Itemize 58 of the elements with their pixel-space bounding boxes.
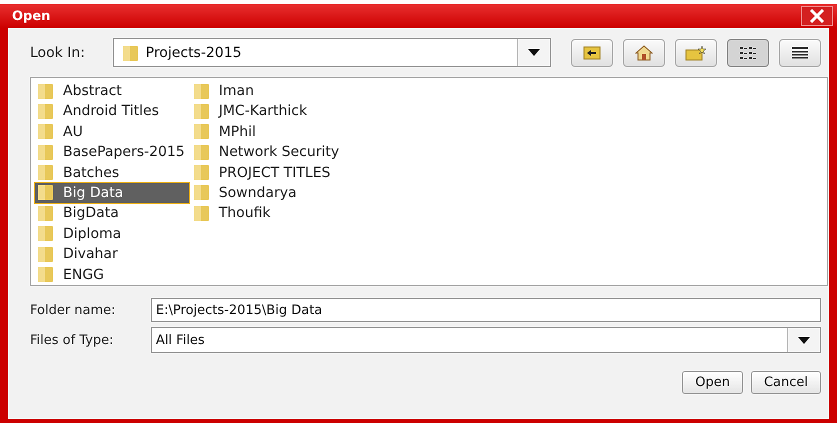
folder-item[interactable]: Iman: [190, 81, 344, 101]
folder-icon: [122, 44, 140, 62]
list-view-icon: [739, 46, 757, 60]
window-title: Open: [12, 8, 50, 24]
folder-icon: [37, 225, 55, 242]
close-icon: [808, 9, 826, 23]
folder-icon: [37, 144, 55, 161]
folder-item[interactable]: BigData: [35, 203, 189, 224]
close-button[interactable]: [801, 6, 833, 26]
look-in-value: Projects-2015: [146, 44, 243, 60]
details-view-icon: [791, 46, 809, 60]
folder-icon: [192, 164, 211, 182]
folder-icon: [37, 82, 55, 100]
files-of-type-dropdown[interactable]: All Files: [150, 327, 821, 353]
folder-item[interactable]: AU: [35, 122, 189, 142]
house-icon: [635, 44, 653, 60]
new-folder-button[interactable]: [675, 38, 717, 66]
folder-icon: [192, 144, 211, 161]
folder-item[interactable]: Divahar: [35, 244, 189, 264]
folder-item[interactable]: Thoufik: [190, 203, 344, 224]
folder-item[interactable]: PROJECT TITLES: [190, 162, 344, 183]
cancel-button[interactable]: Cancel: [750, 371, 821, 394]
list-view-button[interactable]: [727, 38, 769, 66]
folder-item[interactable]: Network Security: [190, 142, 344, 162]
look-in-dropdown[interactable]: Projects-2015: [112, 38, 551, 67]
new-folder-icon: [685, 44, 707, 60]
details-view-button[interactable]: [779, 38, 821, 66]
folder-icon: [192, 82, 211, 100]
folder-icon: [37, 204, 55, 222]
up-folder-button[interactable]: [571, 38, 613, 66]
folder-icon: [192, 102, 211, 120]
folder-item[interactable]: Big Data: [35, 182, 189, 203]
folder-icon: [192, 123, 211, 140]
folder-item[interactable]: Batches: [35, 162, 189, 183]
folder-icon: [37, 184, 55, 202]
folder-icon: [37, 123, 55, 140]
folder-name-label: Folder name:: [30, 302, 117, 318]
folder-icon: [192, 184, 211, 202]
folder-item[interactable]: ENGG: [35, 264, 189, 285]
folder-icon: [37, 246, 55, 263]
folder-item[interactable]: MPhil: [190, 122, 344, 142]
open-button[interactable]: Open: [682, 371, 743, 394]
folder-icon: [37, 102, 55, 120]
caret-icon: [798, 336, 810, 344]
home-button[interactable]: [623, 38, 665, 66]
folder-item[interactable]: Android Titles: [35, 101, 189, 122]
folder-icon: [37, 164, 55, 182]
folder-icon: [192, 204, 211, 222]
folder-icon: [37, 266, 55, 284]
files-of-type-label: Files of Type:: [30, 332, 115, 348]
folder-item[interactable]: JMC-Karthick: [190, 101, 344, 122]
folder-name-field[interactable]: E:\Projects-2015\Big Data: [150, 298, 821, 322]
look-in-label: Look In:: [30, 44, 86, 60]
folder-item[interactable]: Abstract: [35, 81, 189, 101]
folder-item[interactable]: Diploma: [35, 224, 189, 244]
folder-item[interactable]: Sowndarya: [190, 182, 344, 203]
caret-icon: [528, 49, 540, 56]
folder-item[interactable]: BasePapers-2015: [35, 142, 189, 162]
